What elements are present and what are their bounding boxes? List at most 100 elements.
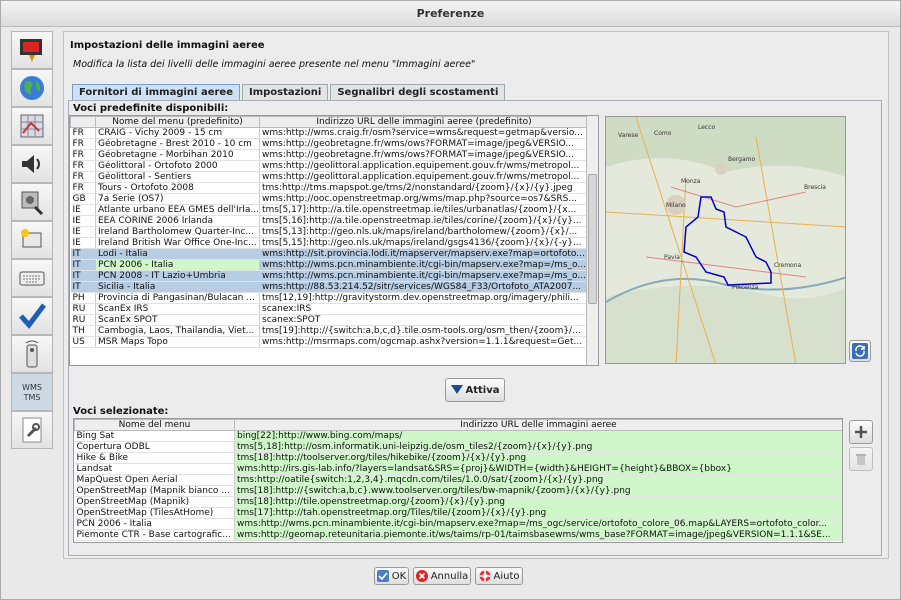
- table-row[interactable]: US MSR Maps Topo wms:http://msrmaps.com/og…: [70, 336, 589, 348]
- name-cell[interactable]: Lodi - Italia: [95, 248, 260, 260]
- url-cell[interactable]: wms:http://geobretagne.fr/wms/ows?FORMAT…: [259, 149, 589, 161]
- url-cell[interactable]: bing[22]:http://www.bing.com/maps/: [234, 430, 842, 442]
- name-cell[interactable]: Piemonte CTR - Base cartografic...: [74, 529, 235, 541]
- column-header-default-name[interactable]: Nome del menu (predefinito): [95, 116, 260, 128]
- table-row[interactable]: IT Lodi - Italia wms:http://sit.provincia.…: [70, 248, 589, 260]
- url-cell[interactable]: tms[12,19]:http://gravitystorm.dev.opens…: [259, 292, 589, 304]
- name-cell[interactable]: OpenStreetMap (TilesAtHome): [74, 507, 235, 519]
- name-cell[interactable]: PCN 2008 - IT Lazio+Umbria: [95, 270, 260, 282]
- url-cell[interactable]: tms[18]:http://toolserver.org/tiles/hike…: [234, 452, 842, 464]
- table-row[interactable]: Landsat wms:http://irs.gis-lab.info/?laye…: [74, 463, 842, 475]
- url-cell[interactable]: wms:http://msrmaps.com/ogcmap.ashx?versi…: [259, 336, 589, 348]
- country-cell[interactable]: FR: [70, 171, 96, 183]
- name-cell[interactable]: CRAIG - Vichy 2009 - 15 cm: [95, 127, 260, 139]
- name-cell[interactable]: PCN 2006 - Italia: [95, 259, 260, 271]
- table-row[interactable]: IT PCN 2008 - IT Lazio+Umbria wms:http://w…: [70, 270, 589, 282]
- table-row[interactable]: IE Ireland British War Office One-Inc... t…: [70, 237, 589, 249]
- name-cell[interactable]: MSR Maps Topo: [95, 336, 260, 348]
- country-cell[interactable]: IT: [70, 281, 96, 293]
- url-cell[interactable]: wms:http://88.53.214.52/sitr/services/WG…: [259, 281, 589, 293]
- default-entries-table[interactable]: Nome del menu (predefinito) Indirizzo UR…: [69, 115, 599, 366]
- name-cell[interactable]: MapQuest Open Aerial: [74, 474, 235, 486]
- name-cell[interactable]: Atlante urbano EEA GMES dell'Irla...: [95, 204, 260, 216]
- sidebar-item-plugins[interactable]: [11, 183, 53, 221]
- country-cell[interactable]: FR: [70, 127, 96, 139]
- country-cell[interactable]: FR: [70, 138, 96, 150]
- name-cell[interactable]: OpenStreetMap (Mapnik): [74, 496, 235, 508]
- scrollbar-thumb[interactable]: [588, 174, 597, 304]
- url-cell[interactable]: tms:http://tms.mapspot.ge/tms/2/nonstand…: [259, 182, 589, 194]
- sidebar-item-validator[interactable]: [11, 297, 53, 335]
- ok-button[interactable]: OK: [374, 567, 409, 585]
- tab-settings[interactable]: Impostazioni: [242, 84, 329, 101]
- country-cell[interactable]: IE: [70, 237, 96, 249]
- country-cell[interactable]: GB: [70, 193, 96, 205]
- name-cell[interactable]: Sicilia - Italia: [95, 281, 260, 293]
- url-cell[interactable]: tms[5,17]:http://a.tile.openstreetmap.ie…: [259, 204, 589, 216]
- country-cell[interactable]: RU: [70, 303, 96, 315]
- country-cell[interactable]: IE: [70, 226, 96, 238]
- table-row[interactable]: OpenStreetMap (TilesAtHome) tms[17]:http:…: [74, 507, 842, 519]
- sidebar-item-display[interactable]: [11, 31, 53, 69]
- table-row[interactable]: Bing Sat bing[22]:http://www.bing.com/map…: [74, 430, 842, 442]
- country-cell[interactable]: IT: [70, 259, 96, 271]
- name-cell[interactable]: EEA CORINE 2006 Irlanda: [95, 215, 260, 227]
- url-cell[interactable]: wms:http://geomap.reteunitaria.piemonte.…: [234, 529, 842, 541]
- table-row[interactable]: PH Provincia di Pangasinan/Bulacan ... tms…: [70, 292, 589, 304]
- selected-entries-table[interactable]: Nome del menu Indirizzo URL delle immagi…: [73, 418, 843, 543]
- tab-offset-bookmarks[interactable]: Segnalibri degli scostamenti: [330, 84, 506, 101]
- cancel-button[interactable]: Annulla: [413, 567, 471, 585]
- country-cell[interactable]: PH: [70, 292, 96, 304]
- name-cell[interactable]: PCN 2006 - Italia: [74, 518, 235, 530]
- name-cell[interactable]: Géolittoral - Sentiers: [95, 171, 260, 183]
- table-row[interactable]: IT PCN 2006 - Italia wms:http://wms.pcn.mi…: [70, 259, 589, 271]
- url-cell[interactable]: wms:http://geobretagne.fr/wms/ows?FORMAT…: [259, 138, 589, 150]
- country-cell[interactable]: RU: [70, 314, 96, 326]
- country-cell[interactable]: IE: [70, 215, 96, 227]
- country-cell[interactable]: IE: [70, 204, 96, 216]
- column-header-url[interactable]: Indirizzo URL delle immagini aeree: [234, 419, 842, 431]
- url-cell[interactable]: wms:http://sit.provincia.lodi.it/mapserv…: [259, 248, 589, 260]
- name-cell[interactable]: ScanEx SPOT: [95, 314, 260, 326]
- country-cell[interactable]: US: [70, 336, 96, 348]
- country-cell[interactable]: FR: [70, 149, 96, 161]
- sidebar-item-imagery-globe[interactable]: [11, 69, 53, 107]
- country-cell[interactable]: IT: [70, 248, 96, 260]
- name-cell[interactable]: Ireland Bartholomew Quarter-Inc...: [95, 226, 260, 238]
- name-cell[interactable]: Tours - Ortofoto 2008: [95, 182, 260, 194]
- help-button[interactable]: Aiuto: [475, 567, 523, 585]
- name-cell[interactable]: Géolittoral - Ortofoto 2000: [95, 160, 260, 172]
- url-cell[interactable]: tms[18]:http://{switch:a,b,c}.www.toolse…: [234, 485, 842, 497]
- table-row[interactable]: GB 7a Serie (OS7) wms:http://ooc.openstree…: [70, 193, 589, 205]
- name-cell[interactable]: Landsat: [74, 463, 235, 475]
- table-row[interactable]: FR Géobretagne - Morbihan 2010 wms:http://…: [70, 149, 589, 161]
- coverage-map[interactable]: Varese Como Lecco Bergamo Monza Milano B…: [605, 116, 846, 364]
- name-cell[interactable]: 7a Serie (OS7): [95, 193, 260, 205]
- url-cell[interactable]: wms:http://wms.pcn.minambiente.it/cgi-bi…: [259, 259, 589, 271]
- column-header-default-url[interactable]: Indirizzo URL delle immagini aeree (pred…: [259, 116, 589, 128]
- table-row[interactable]: Hike & Bike tms[18]:http://toolserver.org…: [74, 452, 842, 464]
- table-row[interactable]: RU ScanEx SPOT scanex:SPOT: [70, 314, 589, 326]
- url-cell[interactable]: wms:http://irs.gis-lab.info/?layers=land…: [234, 463, 842, 475]
- table-row[interactable]: IE EEA CORINE 2006 Irlanda tms[5,16]:http:…: [70, 215, 589, 227]
- name-cell[interactable]: Géobretagne - Morbihan 2010: [95, 149, 260, 161]
- name-cell[interactable]: Cambogia, Laos, Thailandia, Viet...: [95, 325, 260, 337]
- url-cell[interactable]: wms:http://ooc.openstreetmap.org/wms/map…: [259, 193, 589, 205]
- sidebar-item-shortcuts[interactable]: [11, 221, 53, 259]
- name-cell[interactable]: Copertura ODBL: [74, 441, 235, 453]
- table-row[interactable]: OpenStreetMap (Mapnik bianco ... tms[18]:…: [74, 485, 842, 497]
- name-cell[interactable]: Hike & Bike: [74, 452, 235, 464]
- url-cell[interactable]: scanex:SPOT: [259, 314, 589, 326]
- column-header-name[interactable]: Nome del menu: [74, 419, 235, 431]
- url-cell[interactable]: tms[19]:http://{switch:a,b,c,d}.tile.osm…: [259, 325, 589, 337]
- reload-map-button[interactable]: [849, 340, 871, 362]
- url-cell[interactable]: tms[5,15]:http://geo.nls.uk/maps/ireland…: [259, 237, 589, 249]
- sidebar-item-remote-control[interactable]: [11, 335, 53, 373]
- name-cell[interactable]: Provincia di Pangasinan/Bulacan ...: [95, 292, 260, 304]
- table-row[interactable]: TH Cambogia, Laos, Thailandia, Viet... tms…: [70, 325, 589, 337]
- table-row[interactable]: MapQuest Open Aerial tms:http://oatile{sw…: [74, 474, 842, 486]
- url-cell[interactable]: tms[5,18]:http://osm.informatik.uni-leip…: [234, 441, 842, 453]
- table-row[interactable]: IT Sicilia - Italia wms:http://88.53.214.5…: [70, 281, 589, 293]
- table-row[interactable]: Piemonte CTR - Base cartografic... wms:ht…: [74, 529, 842, 541]
- table-row[interactable]: OpenStreetMap (Mapnik) tms[18]:http://til…: [74, 496, 842, 508]
